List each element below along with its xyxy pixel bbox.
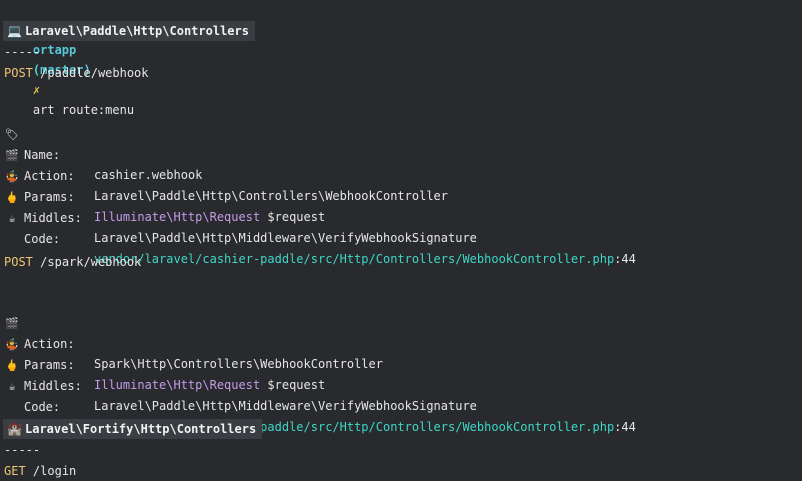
castle-icon: 🏰 bbox=[7, 422, 22, 436]
row-label: Code: bbox=[24, 232, 61, 246]
route-action-row: 🎬 Action: Spark\Http\Controllers\Webhook… bbox=[4, 294, 784, 371]
route-path: /login bbox=[32, 464, 77, 478]
route-heading: GET /login bbox=[4, 461, 76, 481]
route-action-row: 🎬 Action: Laravel\Paddle\Http\Controller… bbox=[4, 126, 784, 203]
route-path: /paddle/webhook bbox=[40, 66, 149, 80]
group-divider: ----- bbox=[4, 443, 41, 457]
param-type: Illuminate\Http\Request bbox=[94, 378, 261, 392]
code-file-link[interactable]: vendor/laravel/cashier-paddle/src/Http/C… bbox=[94, 252, 614, 266]
coffee-icon: ☕ bbox=[8, 212, 16, 225]
group-divider: ----- bbox=[4, 45, 41, 59]
route-heading: POST /paddle/webhook bbox=[4, 63, 149, 83]
row-label: Code: bbox=[24, 400, 61, 414]
route-middleware-value: Laravel\Paddle\Http\Middleware\VerifyWeb… bbox=[94, 399, 477, 413]
coffee-icon: ☕ bbox=[8, 380, 16, 393]
http-method: POST bbox=[4, 66, 33, 80]
http-method: GET bbox=[4, 464, 26, 478]
shell-prompt: ➜ ortapp (master) ✗ art route:menu bbox=[4, 0, 134, 117]
param-variable: $request bbox=[267, 378, 326, 392]
param-variable: $request bbox=[267, 210, 326, 224]
route-path: /spark/webhook bbox=[40, 255, 142, 269]
route-middleware-row: 🖕 Middles: Laravel\Paddle\Http\Middlewar… bbox=[4, 336, 784, 413]
route-code-row: ☕ Code: vendor/laravel/cashier-paddle/sr… bbox=[4, 357, 784, 434]
http-method: POST bbox=[4, 255, 33, 269]
prompt-dirty-icon: ✗ bbox=[32, 83, 41, 97]
controller-namespace: Laravel\Fortify\Http\Controllers bbox=[25, 422, 257, 436]
route-heading: POST /spark/webhook bbox=[4, 252, 141, 272]
param-type: Illuminate\Http\Request bbox=[94, 210, 261, 224]
code-line-number: :44 bbox=[614, 252, 636, 266]
route-name-row: 🏷 Name: cashier.webhook bbox=[4, 105, 784, 182]
controller-namespace: Laravel\Paddle\Http\Controllers bbox=[25, 24, 249, 38]
route-params-row: 🤹 Params: Illuminate\Http\Request $reque… bbox=[4, 315, 784, 392]
controller-group-header: 💻 Laravel\Paddle\Http\Controllers bbox=[3, 21, 255, 41]
laptop-icon: 💻 bbox=[7, 24, 22, 38]
terminal-window[interactable]: ➜ ortapp (master) ✗ art route:menu 💻Lara… bbox=[0, 0, 802, 481]
route-params-row: 🤹 Params: Illuminate\Http\Request $reque… bbox=[4, 147, 784, 224]
route-code-row: ☕ Code: vendor/laravel/cashier-paddle/sr… bbox=[4, 189, 784, 266]
controller-group-header: 🏰 Laravel\Fortify\Http\Controllers bbox=[3, 419, 263, 439]
route-middleware-row: 🖕 Middles: Laravel\Paddle\Http\Middlewar… bbox=[4, 168, 784, 245]
route-middleware-value: Laravel\Paddle\Http\Middleware\VerifyWeb… bbox=[94, 231, 477, 245]
code-line-number: :44 bbox=[614, 420, 636, 434]
